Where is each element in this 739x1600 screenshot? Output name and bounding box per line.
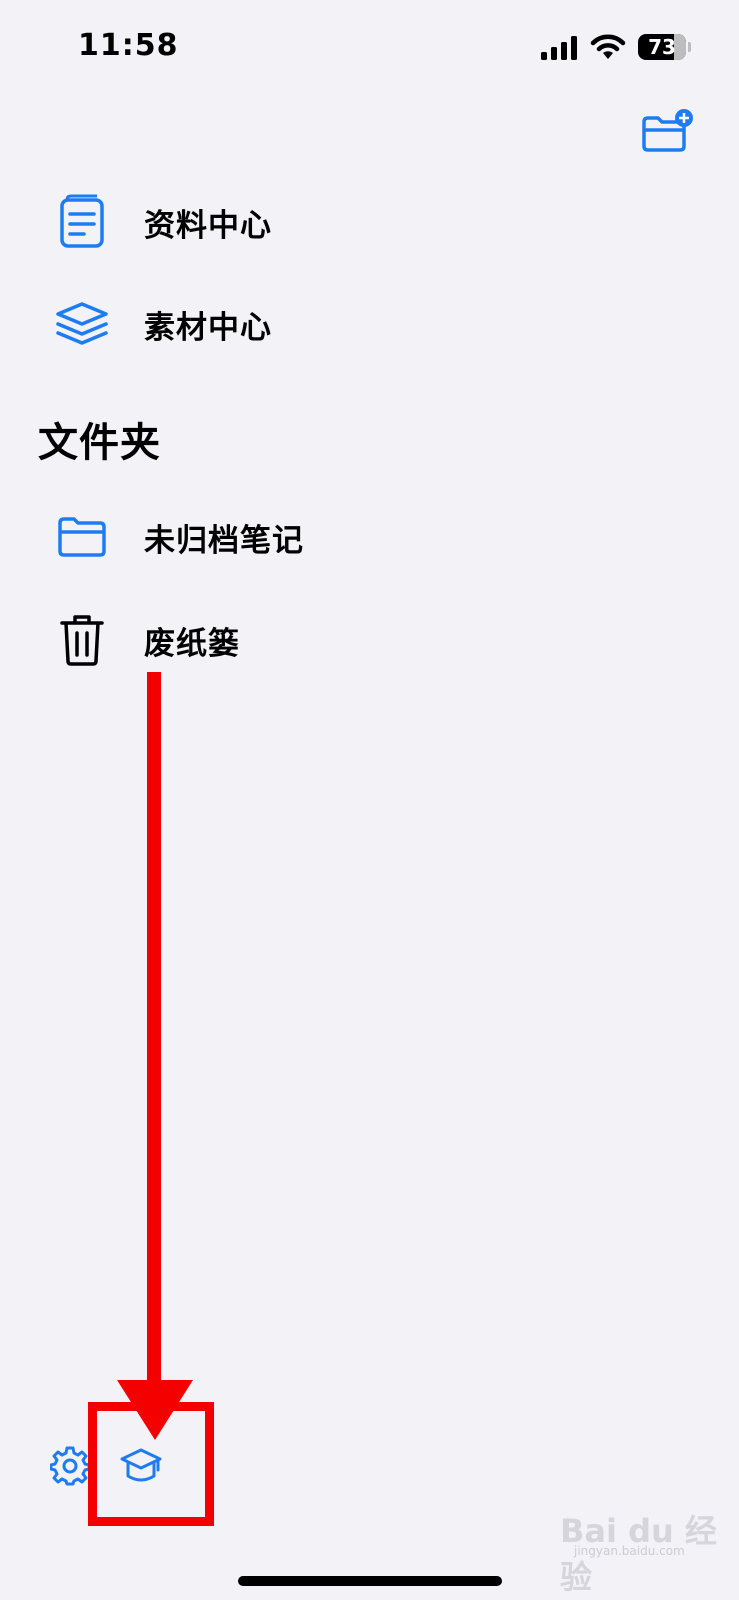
document-icon [50, 190, 114, 254]
home-indicator [238, 1576, 502, 1586]
wifi-icon [590, 34, 626, 59]
folder-item-unarchived-notes[interactable]: 未归档笔记 [40, 497, 700, 577]
sidebar-item-label: 资料中心 [144, 207, 272, 244]
status-bar: 11:58 73 [0, 0, 739, 100]
sidebar-item-resource-center[interactable]: 资料中心 [40, 182, 700, 262]
layers-icon [50, 292, 114, 356]
battery-cap [688, 42, 691, 52]
battery-indicator: 73 [638, 34, 686, 60]
folder-item-trash[interactable]: 废纸篓 [40, 600, 700, 680]
folder-item-label: 未归档笔记 [144, 522, 304, 559]
settings-button[interactable] [49, 1446, 91, 1486]
trash-icon [50, 608, 114, 672]
folder-plus-icon [642, 109, 693, 152]
sidebar-item-label: 素材中心 [144, 309, 272, 346]
cellular-signal-icon [541, 36, 577, 60]
folder-icon [50, 505, 114, 569]
watermark-url: jingyan.baidu.com [574, 1544, 685, 1558]
new-folder-button[interactable] [640, 108, 696, 156]
status-time: 11:58 [78, 28, 179, 63]
annotation-highlight-box [88, 1402, 214, 1526]
folder-item-label: 废纸篓 [144, 625, 240, 662]
sidebar-item-material-center[interactable]: 素材中心 [40, 284, 700, 364]
gear-icon [49, 1446, 91, 1486]
folders-section-title: 文件夹 [38, 420, 161, 466]
annotation-arrow-line [147, 672, 161, 1384]
battery-level: 73 [648, 35, 676, 59]
